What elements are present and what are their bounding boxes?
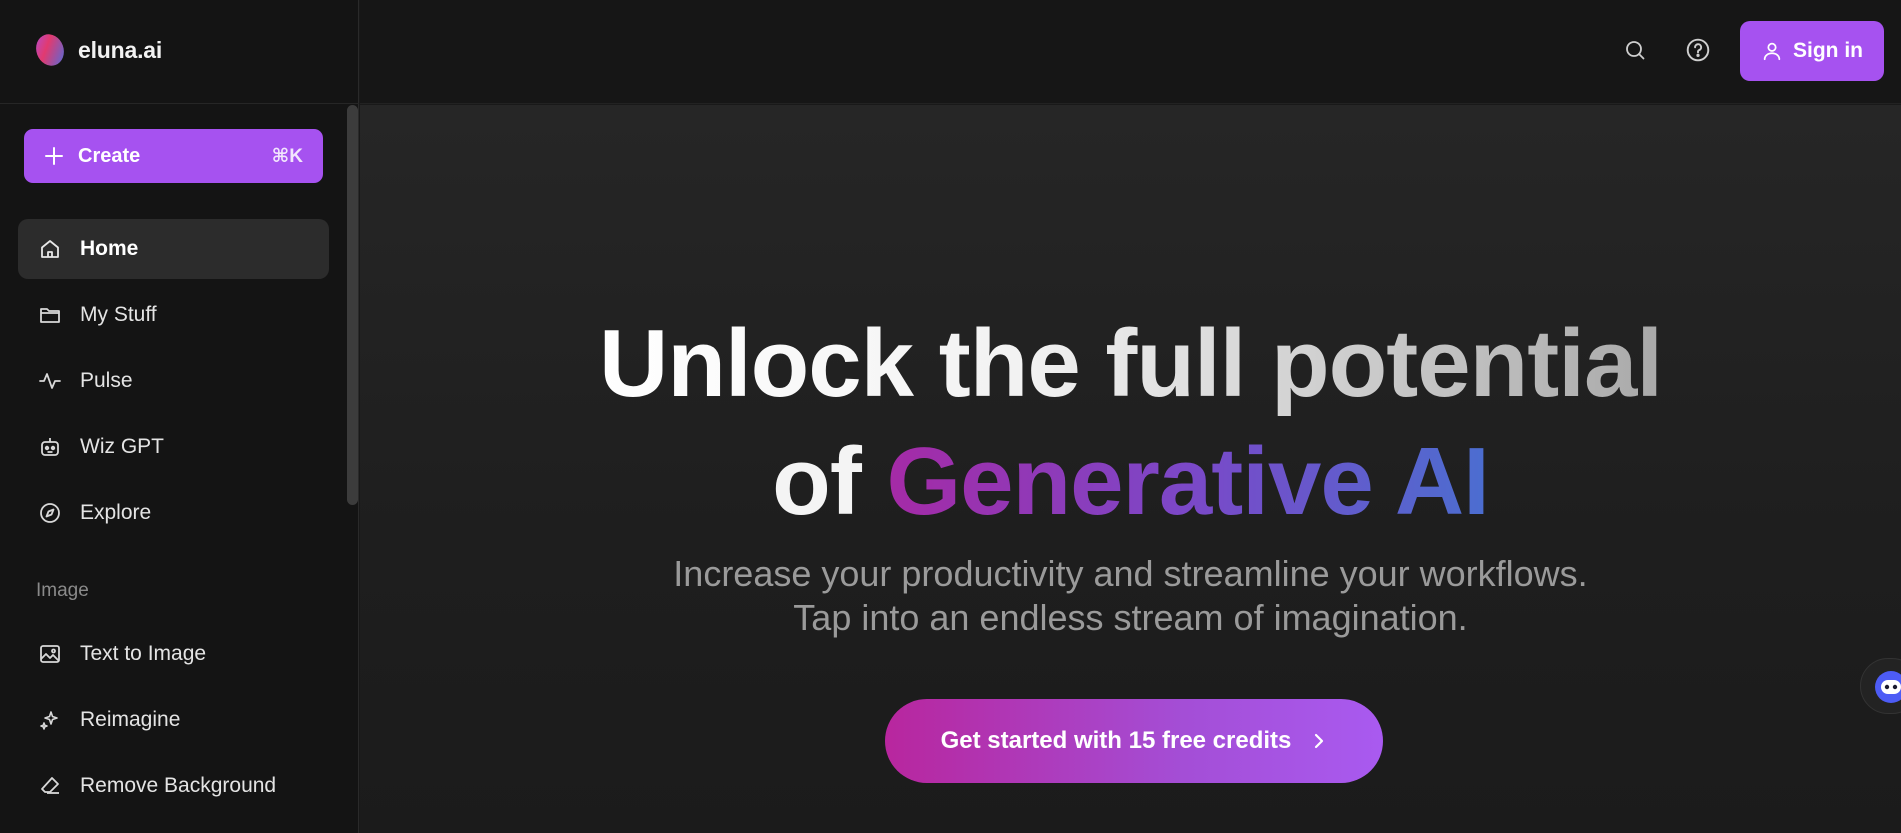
- home-icon: [41, 240, 59, 258]
- top-bar: [360, 0, 1901, 104]
- chevron-right-icon: [1315, 733, 1324, 749]
- sign-in-label: Sign in: [1793, 39, 1863, 62]
- hero-subtitle-line1: Increase your productivity and streamlin…: [673, 553, 1588, 594]
- hero-subtitle: Increase your productivity and streamlin…: [360, 552, 1901, 640]
- hero-title: Unlock the full potential of Generative …: [360, 305, 1901, 541]
- get-started-button[interactable]: Get started with 15 free credits: [885, 699, 1383, 783]
- hero-title-highlight: Generative AI: [886, 428, 1489, 535]
- compass-icon: [40, 503, 60, 523]
- sidebar-item-label: Remove Background: [80, 774, 277, 797]
- eraser-icon: [41, 777, 59, 794]
- chat-bot-icon: [1875, 671, 1901, 703]
- get-started-label: Get started with 15 free credits: [940, 727, 1292, 754]
- brand[interactable]: eluna.ai: [31, 30, 163, 70]
- sidebar-item-remove-background[interactable]: Remove Background: [18, 756, 329, 816]
- sidebar-item-label: Explore: [80, 501, 152, 524]
- hero-title-line1: Unlock the full potential: [599, 305, 1663, 423]
- robot-icon: [41, 438, 59, 456]
- sidebar-scrollbar[interactable]: [347, 105, 358, 505]
- image-icon: [40, 645, 60, 663]
- create-button[interactable]: Create ⌘K: [24, 129, 323, 183]
- sidebar-item-label: Home: [80, 237, 139, 260]
- sidebar-item-wiz-gpt[interactable]: Wiz GPT: [18, 417, 329, 477]
- search-icon: [1626, 41, 1645, 60]
- sidebar-item-pulse[interactable]: Pulse: [18, 351, 329, 411]
- search-button[interactable]: [1617, 32, 1653, 68]
- sidebar-item-home[interactable]: Home: [18, 219, 329, 279]
- create-shortcut: ⌘K: [271, 145, 303, 167]
- help-button[interactable]: [1680, 32, 1716, 68]
- sidebar: eluna.ai Create ⌘K Home My Stuff Pulse W…: [0, 0, 359, 833]
- plus-icon: [45, 147, 63, 165]
- sign-in-button[interactable]: Sign in: [1740, 21, 1884, 81]
- sidebar-item-my-stuff[interactable]: My Stuff: [18, 285, 329, 345]
- user-icon: [1763, 42, 1781, 61]
- sidebar-item-text-to-image[interactable]: Text to Image: [18, 624, 329, 684]
- sparkles-icon: [40, 711, 58, 730]
- section-label-image: Image: [36, 580, 89, 601]
- pulse-icon: [39, 373, 61, 389]
- brand-name: eluna.ai: [78, 36, 163, 63]
- sidebar-item-label: Pulse: [80, 369, 133, 392]
- sidebar-item-explore[interactable]: Explore: [18, 483, 329, 543]
- sidebar-divider: [0, 103, 359, 104]
- hero-subtitle-line2: Tap into an endless stream of imaginatio…: [793, 597, 1468, 638]
- sidebar-item-reimagine[interactable]: Reimagine: [18, 690, 329, 750]
- sidebar-item-label: Reimagine: [80, 708, 181, 731]
- create-label: Create: [78, 144, 141, 167]
- hero-title-prefix: of: [772, 428, 862, 535]
- sidebar-item-label: My Stuff: [80, 303, 157, 326]
- help-icon: [1686, 38, 1710, 62]
- folder-icon: [40, 308, 60, 323]
- sidebar-item-label: Text to Image: [80, 642, 207, 665]
- sidebar-item-label: Wiz GPT: [80, 435, 164, 458]
- logo-icon: [31, 30, 69, 70]
